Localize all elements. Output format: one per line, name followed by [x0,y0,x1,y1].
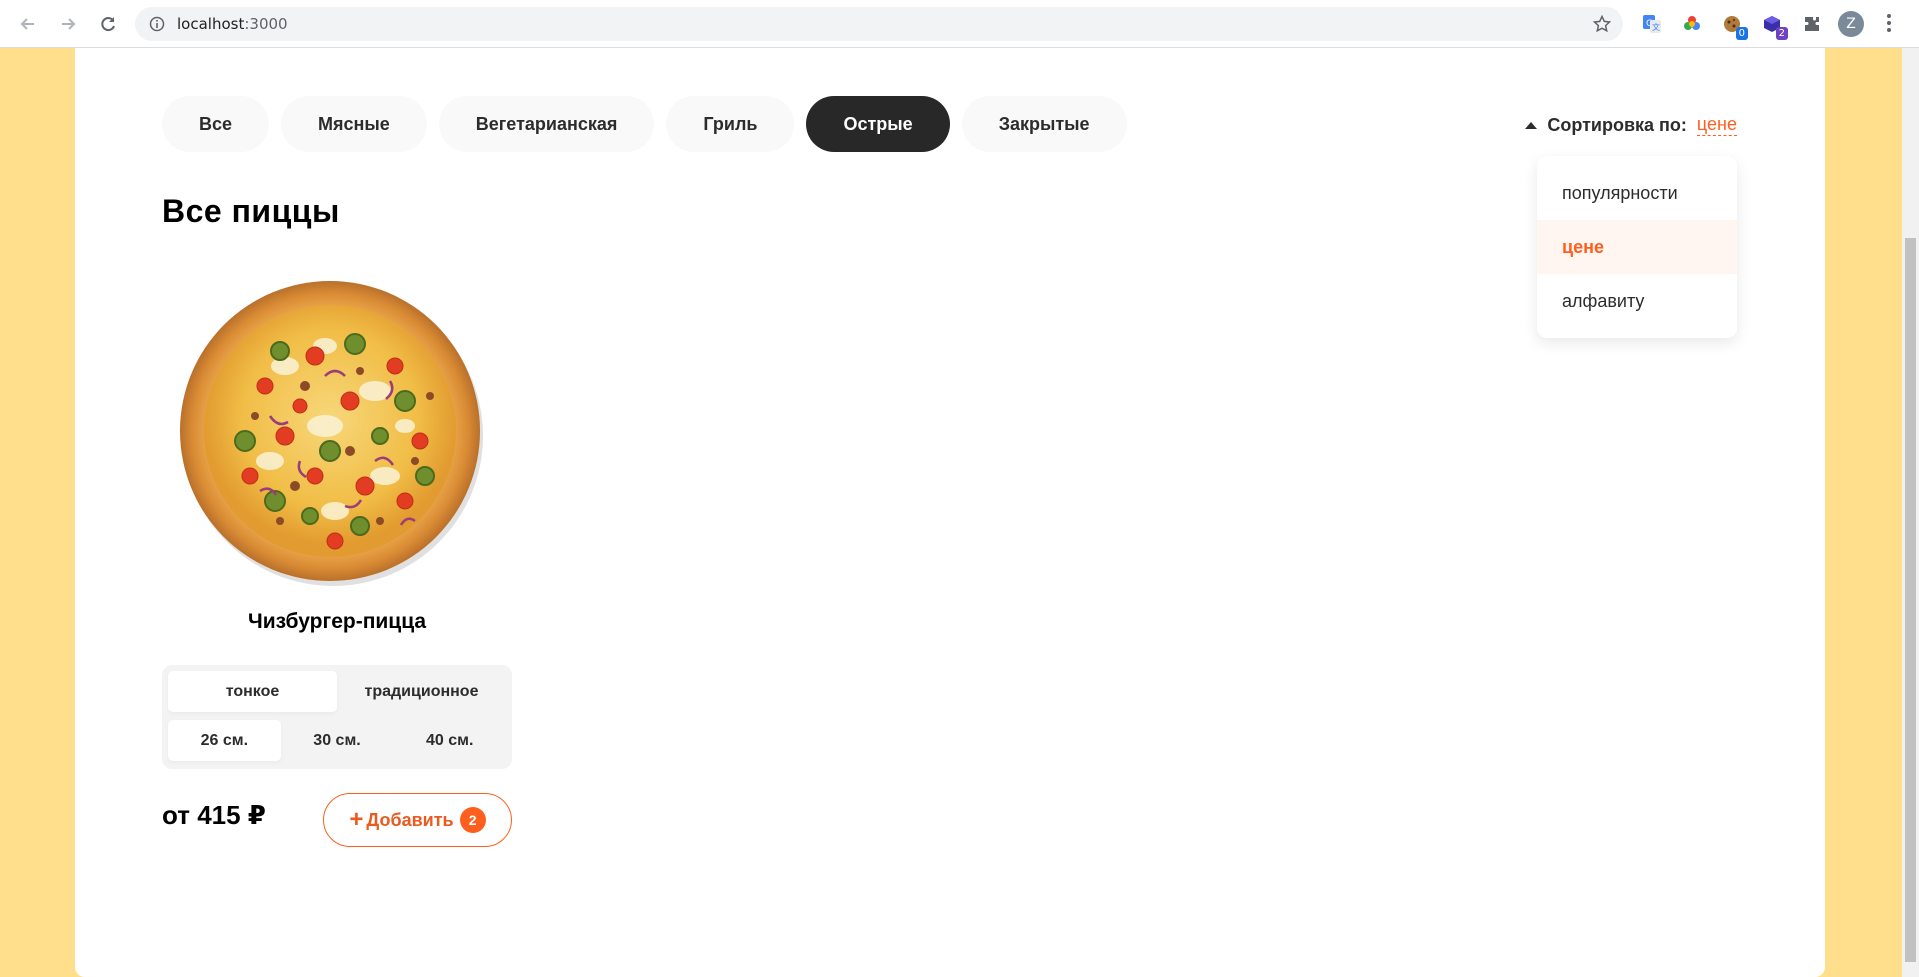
dough-thin[interactable]: тонкое [168,671,337,712]
cart-count-badge: 2 [459,807,486,833]
forward-button[interactable] [56,12,80,36]
address-bar[interactable]: localhost:3000 [135,7,1623,41]
svg-text:文: 文 [1652,22,1660,32]
size-26[interactable]: 26 см. [168,720,281,761]
category-all[interactable]: Все [162,96,270,152]
reload-icon [101,17,115,32]
back-arrow-icon [20,18,34,30]
sort-value[interactable]: цене [1696,114,1737,136]
forward-arrow-icon [62,18,76,30]
dough-type-row: тонкое традиционное [168,671,506,712]
category-vegetarian[interactable]: Вегетарианская [438,96,655,152]
url-text: localhost:3000 [177,15,288,33]
add-to-cart-button[interactable]: + Добавить 2 [323,793,512,847]
pizza-options: тонкое традиционное 26 см. 30 см. 40 см. [162,665,512,769]
profile-avatar[interactable]: Z [1838,11,1864,37]
size-row: 26 см. 30 см. 40 см. [168,720,506,761]
category-closed[interactable]: Закрытые [961,96,1127,152]
category-spicy[interactable]: Острые [806,96,950,152]
sort-option-price[interactable]: цене [1537,220,1737,274]
sort-popup: популярности цене алфавиту [1537,156,1737,338]
browser-menu-button[interactable] [1886,12,1892,39]
sort-control: Сортировка по: цене [1525,114,1737,136]
browser-toolbar: localhost:3000 G文 0 2 Z [0,0,1919,48]
size-40[interactable]: 40 см. [393,720,506,761]
sort-option-alphabet[interactable]: алфавиту [1537,274,1737,328]
more-vertical-icon [1887,14,1891,32]
cube-badge: 2 [1775,27,1788,40]
cookie-badge: 0 [1735,27,1748,40]
category-filter: Все Мясные Вегетарианская Гриль Острые З… [162,96,1127,152]
sort-label: Сортировка по: [1547,114,1687,135]
category-grill[interactable]: Гриль [666,96,795,152]
dough-traditional[interactable]: традиционное [337,671,506,712]
pizza-price: от 415 ₽ [162,800,266,830]
size-30[interactable]: 30 см. [281,720,394,761]
puzzle-icon [1805,17,1819,31]
cookie-extension[interactable]: 0 [1720,12,1748,40]
bookmark-star-icon[interactable] [1593,15,1611,33]
caret-up-icon[interactable] [1525,121,1538,129]
cube-extension[interactable]: 2 [1760,12,1788,40]
color-extension[interactable] [1680,12,1704,36]
content-card: Все Мясные Вегетарианская Гриль Острые З… [75,48,1825,977]
translate-extension[interactable]: G文 [1640,12,1664,36]
scrollbar-thumb[interactable] [1905,238,1916,962]
plus-icon: + [349,806,364,833]
translate-icon: G文 [1643,15,1661,33]
color-wheel-icon [1684,16,1700,30]
reload-button[interactable] [96,12,120,36]
info-icon[interactable] [149,16,165,32]
back-button[interactable] [16,12,40,36]
page-scrollbar[interactable] [1902,48,1919,977]
extensions-button[interactable] [1800,12,1824,36]
page-title: Все пиццы [162,193,340,229]
category-meat[interactable]: Мясные [281,96,427,152]
sort-option-popularity[interactable]: популярности [1537,166,1737,220]
pizza-name: Чизбургер-пицца [247,610,427,633]
pizza-image [180,281,483,586]
add-button-label: Добавить [366,809,454,830]
